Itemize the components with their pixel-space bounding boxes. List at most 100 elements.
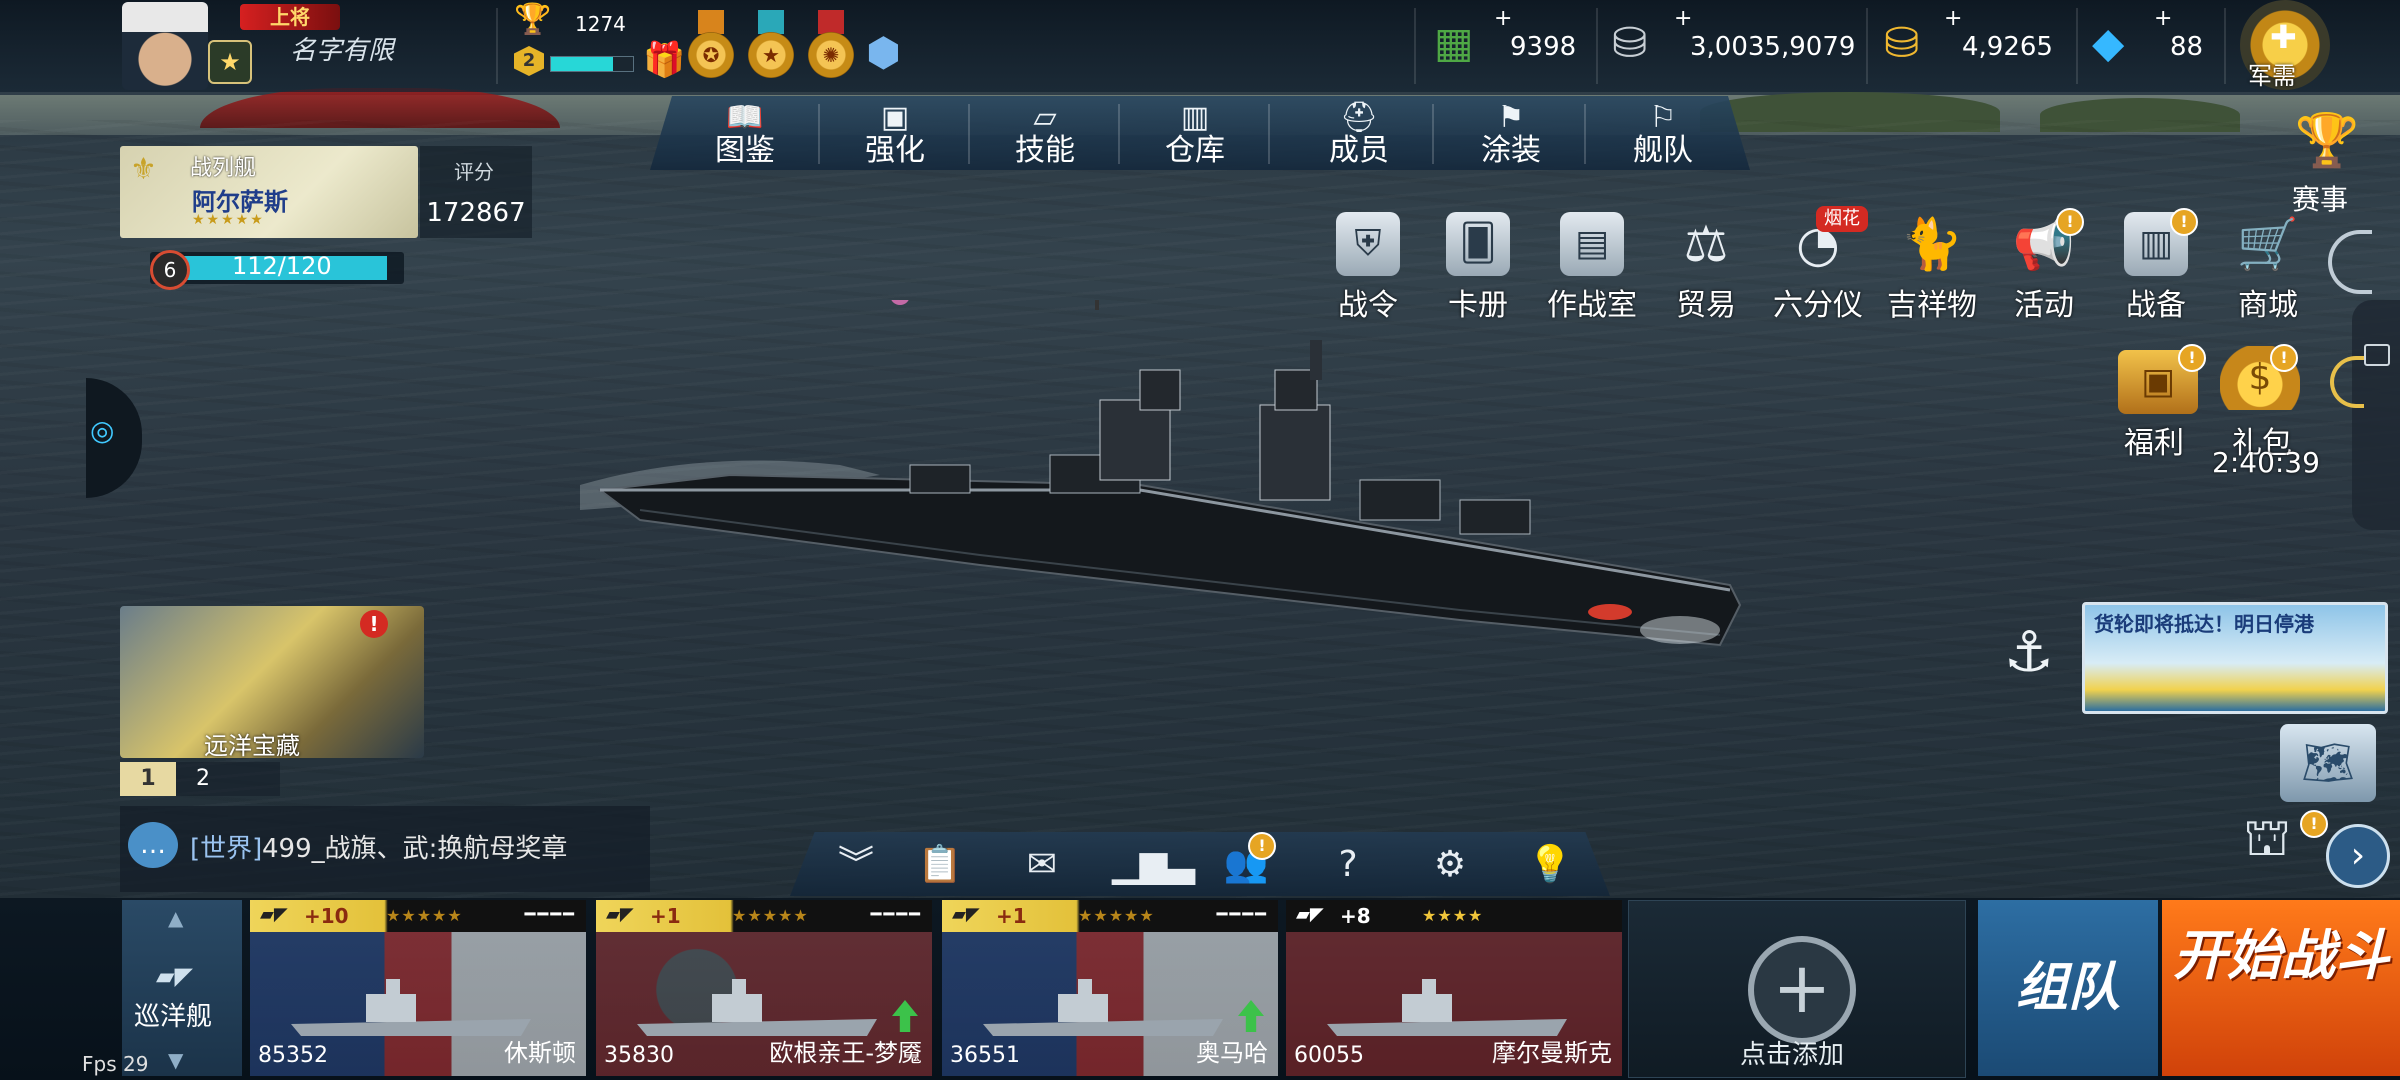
fireworks-badge: 烟花 xyxy=(1816,206,1868,232)
battle-pass-icon: ⛨ xyxy=(1336,212,1400,276)
cash-value: 9398 xyxy=(1510,32,1577,62)
mail-icon[interactable]: ✉ xyxy=(1012,840,1072,890)
ship-power: 36551 xyxy=(950,1043,1020,1068)
upgrade-level: +1 xyxy=(996,904,1027,928)
divider xyxy=(1866,8,1868,84)
tab-collection[interactable]: 📖 图鉴 xyxy=(670,100,820,170)
crew-icon: ⛑ xyxy=(1339,100,1379,135)
fleet-type-label: 巡洋舰 xyxy=(134,1002,213,1032)
ship-name: 摩尔曼斯克 xyxy=(1492,1039,1612,1067)
collapse-icon[interactable]: ︾ xyxy=(826,840,886,890)
fleet-slot[interactable]: ▰◤ +8 ★★★★ 60055 摩尔曼斯克 xyxy=(1286,900,1622,1076)
next-arrow-icon[interactable]: › xyxy=(2326,824,2390,888)
divider xyxy=(1584,104,1586,164)
trophy-count: 1274 xyxy=(575,12,626,36)
medal-icon[interactable]: ★ xyxy=(746,10,796,84)
chat-message: 499_战旗、武:换航母奖章 xyxy=(262,834,568,864)
ship-power: 85352 xyxy=(258,1043,328,1068)
medal-icon[interactable]: ✪ xyxy=(686,10,736,84)
tab-fleet[interactable]: ⚐ 舰队 xyxy=(1588,100,1738,170)
gift-alert-dot: ! xyxy=(2270,344,2298,372)
ship-type-icon: ▰◤ xyxy=(156,962,193,990)
ship-name: 休斯顿 xyxy=(504,1039,576,1067)
add-cash-button[interactable]: + xyxy=(1494,6,1512,31)
xp-bar-fill xyxy=(551,57,613,71)
gold-coins-icon: ⛁ xyxy=(1884,18,1920,67)
fleet-slot[interactable]: ▰◤ +1 ★★★★★ ━━━━ 36551 奥马哈 xyxy=(942,900,1278,1076)
down-arrow-icon[interactable]: ▼ xyxy=(168,1048,183,1072)
ship-level-badge: 6 xyxy=(150,250,190,290)
page-1[interactable]: 1 xyxy=(120,762,176,796)
help-icon[interactable]: ? xyxy=(1318,840,1378,890)
player-name[interactable]: 名字有限 xyxy=(290,30,394,67)
silver-coins-icon: ⛁ xyxy=(1612,18,1648,67)
tab-paint[interactable]: ⚑ 涂装 xyxy=(1436,100,1586,170)
rank-emblem-icon: ★ xyxy=(208,40,252,84)
gold-value: 4,9265 xyxy=(1962,32,2053,62)
divider xyxy=(2224,8,2226,84)
battleship-model xyxy=(580,300,1742,647)
add-diamond-button[interactable]: + xyxy=(2154,6,2172,31)
up-arrow-icon[interactable]: ▲ xyxy=(168,906,183,930)
rank-tag: 上将 xyxy=(240,4,340,30)
event-alert-dot: ! xyxy=(2056,208,2084,236)
player-avatar[interactable] xyxy=(122,2,208,90)
tab-crew[interactable]: ⛑ 成员 xyxy=(1284,100,1434,170)
fleet-slot[interactable]: ▰◤ +10 ★★★★★ ━━━━ 85352 休斯顿 xyxy=(250,900,586,1076)
ship-power: 60055 xyxy=(1294,1043,1364,1068)
ship-thumbnail xyxy=(291,979,531,1036)
ship-stars: ★★★★★ xyxy=(386,906,463,925)
page-2[interactable]: 2 xyxy=(196,762,210,796)
book-icon: 📖 xyxy=(726,100,764,135)
side-drawer-handle[interactable] xyxy=(2352,300,2400,530)
tab-upgrade[interactable]: ▣ 强化 xyxy=(820,100,970,170)
settings-icon[interactable]: ⚙ xyxy=(1420,840,1480,890)
port-crane-icon[interactable]: ⛫ xyxy=(2222,808,2312,888)
mascot-button[interactable]: 🐈 吉祥物 xyxy=(1884,212,1980,324)
tab-warehouse[interactable]: ▥ 仓库 xyxy=(1120,100,1270,170)
upgrade-icon: ▣ xyxy=(880,100,910,135)
fleet-slot[interactable]: ▰◤ +1 ★★★★★ ━━━━ 35830 欧根亲王-梦魇 xyxy=(596,900,932,1076)
slot-dashes: ━━━━ xyxy=(524,904,576,925)
treasure-label: 远洋宝藏 xyxy=(204,732,300,760)
mascot-icon: 🐈 xyxy=(1900,215,1964,273)
ship-stars: ★★★★★ xyxy=(192,212,265,228)
chat-channel: [世界] xyxy=(190,834,263,864)
fleur-icon: ⚜ xyxy=(130,152,157,187)
slot-dashes: ━━━━ xyxy=(1216,904,1268,925)
divider xyxy=(1414,8,1416,84)
ship-stars: ★★★★★ xyxy=(1078,906,1155,925)
ship-type-icon: ▰◤ xyxy=(952,904,980,925)
tasks-icon[interactable]: 📋 xyxy=(910,840,970,890)
ship-name: 奥马哈 xyxy=(1196,1039,1268,1067)
trade-scale-icon: ⚖ xyxy=(1683,215,1729,273)
tips-icon[interactable]: 💡 xyxy=(1520,840,1580,890)
sea-map-icon[interactable]: 🗺 xyxy=(2280,724,2376,802)
ranking-icon[interactable]: ▁▆▃ xyxy=(1112,840,1195,890)
tab-skills[interactable]: ▱ 技能 xyxy=(970,100,1120,170)
fleet-flag-icon: ⚐ xyxy=(1649,100,1677,135)
friends-alert-dot: ! xyxy=(1248,832,1276,860)
shop-button[interactable]: 🛒 商城 xyxy=(2220,212,2316,324)
anchor-icon[interactable]: ⚓ xyxy=(1994,620,2064,690)
welfare-label: 福利 xyxy=(2124,426,2184,461)
slot-dashes: ━━━━ xyxy=(870,904,922,925)
score-value: 172867 xyxy=(426,198,526,228)
score-label: 评分 xyxy=(454,160,494,184)
team-button[interactable]: 组队 xyxy=(1978,900,2158,1076)
plus-icon[interactable]: + xyxy=(1748,936,1856,1044)
equipment-alert-dot: ! xyxy=(2170,208,2198,236)
ship-name: 欧根亲王-梦魇 xyxy=(769,1039,922,1067)
cube-icon[interactable]: ⬢ xyxy=(866,30,901,76)
diamond-value: 88 xyxy=(2170,32,2204,62)
medal-icon[interactable]: ✺ xyxy=(806,10,856,84)
cargo-text: 货轮即将抵达！明日停港 xyxy=(2094,612,2314,636)
level-gift-icon[interactable]: 🎁 xyxy=(643,40,685,80)
card-album-icon: 🂠 xyxy=(1446,212,1510,276)
cash-icon: ▦ xyxy=(1434,18,1474,67)
add-silver-button[interactable]: + xyxy=(1674,6,1692,31)
start-battle-button[interactable]: 开始战斗 xyxy=(2162,900,2400,1076)
trophy-cup-icon[interactable]: 🏆 xyxy=(2282,110,2372,184)
ship-stars: ★★★★ xyxy=(1422,906,1484,925)
add-gold-button[interactable]: + xyxy=(1944,6,1962,31)
